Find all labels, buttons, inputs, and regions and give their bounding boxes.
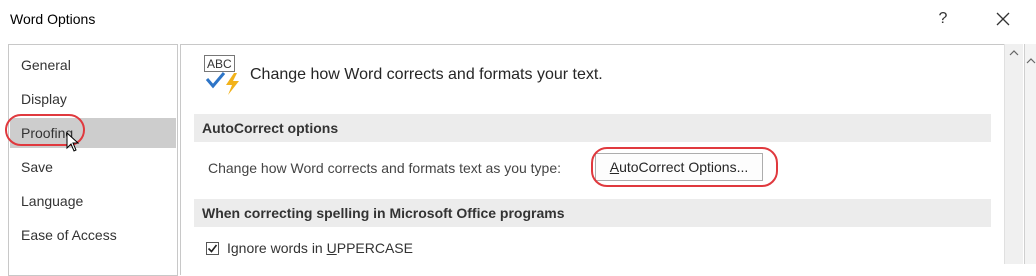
mouse-cursor-icon [66,132,80,152]
ignore-uppercase-label: Ignore words in UPPERCASE [227,240,413,256]
vertical-scrollbar[interactable] [1004,44,1023,264]
abc-autocorrect-icon: ABC [204,55,242,95]
ignore-uppercase-label-rest: PPERCASE [336,240,413,256]
close-icon [996,12,1010,26]
chevron-up-icon [1009,50,1019,56]
ignore-uppercase-accel: U [326,240,337,256]
ignore-uppercase-label-prefix: Ignore words in [227,240,327,256]
sidebar-item-save[interactable]: Save [10,152,176,182]
title-bar: Word Options ? [0,0,1036,40]
chevron-up-icon [1026,58,1036,64]
sidebar-item-display[interactable]: Display [10,84,176,114]
checkmark-icon [207,244,218,253]
sidebar-item-language[interactable]: Language [10,186,176,216]
svg-text:ABC: ABC [207,57,232,71]
help-button[interactable]: ? [920,0,966,38]
sidebar-item-ease-of-access[interactable]: Ease of Access [10,220,176,250]
spelling-section-title: When correcting spelling in Microsoft Of… [194,199,991,227]
proofing-panel: ABC Change how Word corrects and formats… [180,44,1004,275]
options-sidebar: General Display Proofing Save Language E… [8,44,178,276]
window-title: Word Options [10,11,96,27]
panel-header-text: Change how Word corrects and formats you… [250,66,603,83]
background-window-edge [1024,44,1036,264]
autocorrect-description: Change how Word corrects and formats tex… [208,160,562,176]
autocorrect-highlight-ring [591,147,778,187]
ignore-uppercase-checkbox[interactable] [206,241,219,255]
autocorrect-section-title: AutoCorrect options [194,114,991,142]
sidebar-item-general[interactable]: General [10,50,176,80]
ignore-uppercase-option[interactable]: Ignore words in UPPERCASE [206,240,413,256]
close-button[interactable] [980,0,1026,38]
scroll-up-button[interactable] [1005,44,1023,62]
panel-header: ABC Change how Word corrects and formats… [204,55,603,95]
